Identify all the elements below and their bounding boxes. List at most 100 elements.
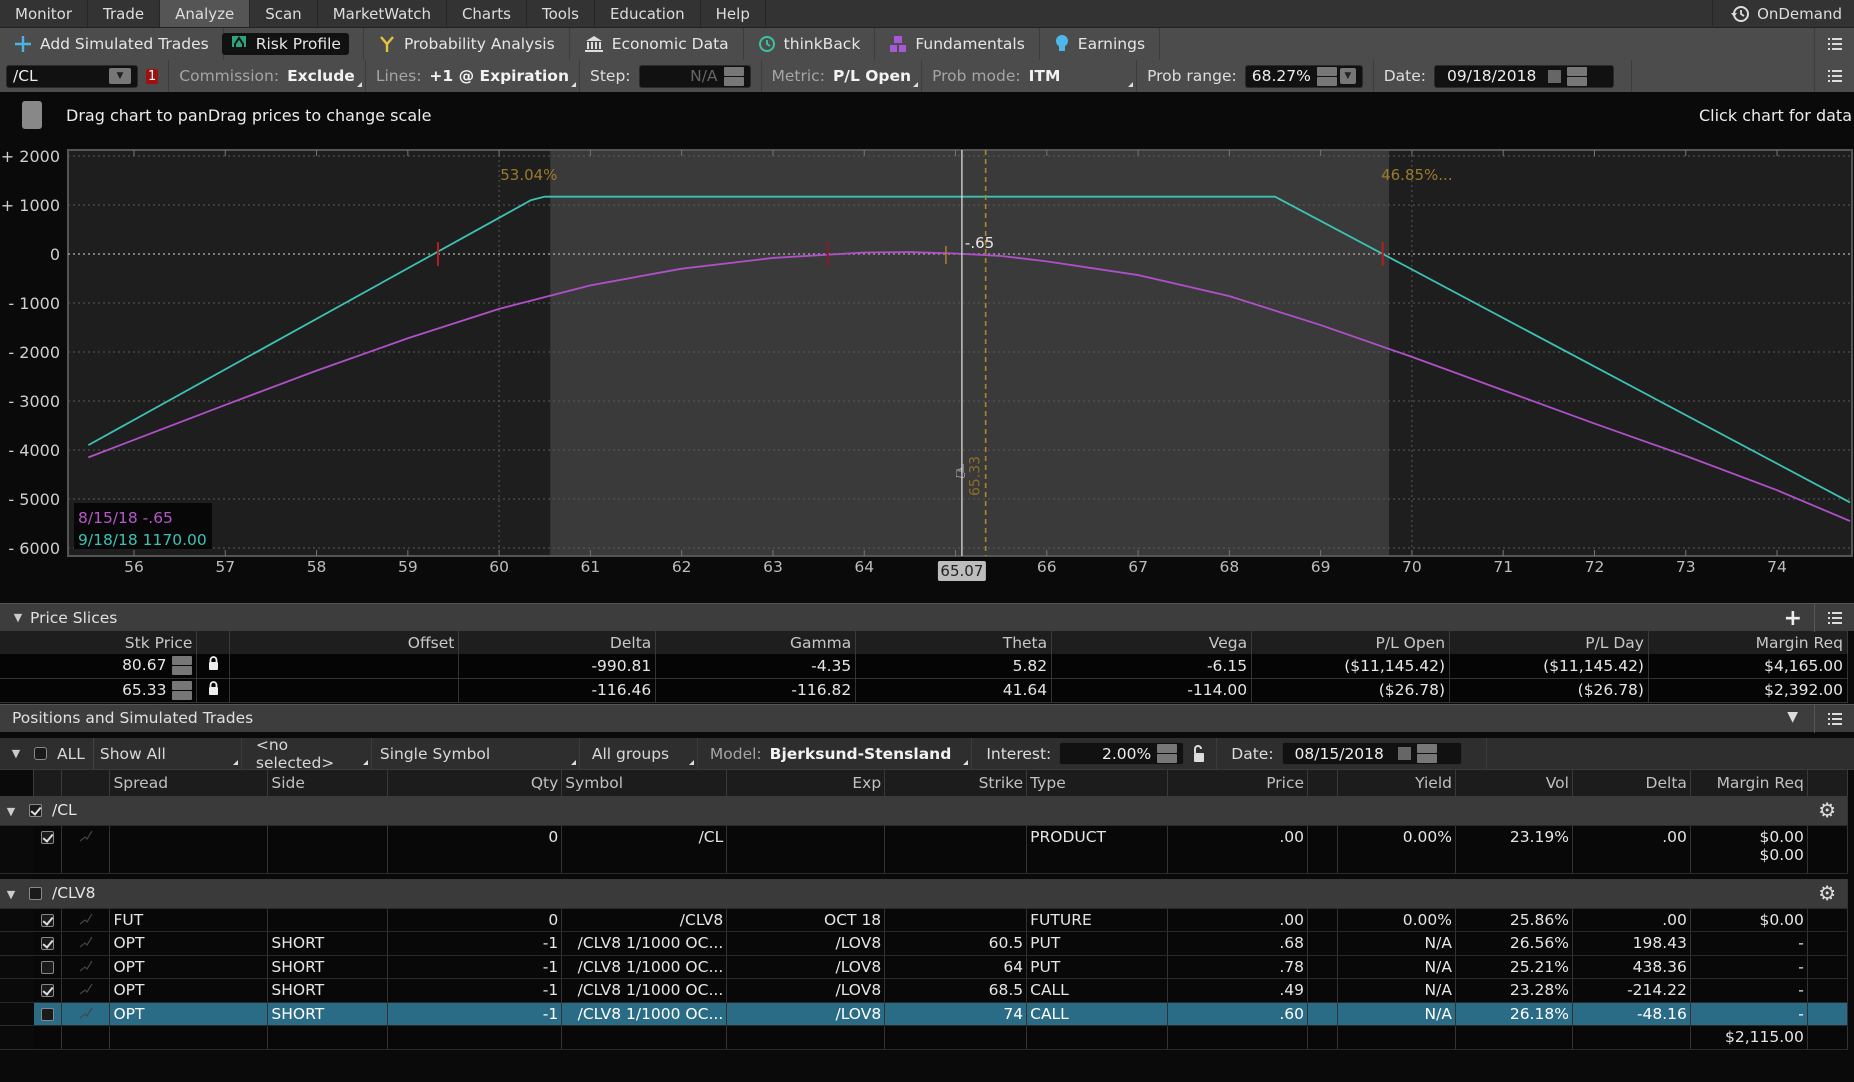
chart-mode-icon[interactable] xyxy=(22,101,42,129)
mini-chart-icon[interactable] xyxy=(79,960,93,972)
group-checkbox[interactable] xyxy=(29,804,42,818)
symbol-input[interactable]: /CL ▼ xyxy=(6,64,138,88)
menu-marketwatch[interactable]: MarketWatch xyxy=(318,0,447,27)
calendar-icon[interactable] xyxy=(1397,747,1411,760)
menu-charts[interactable]: Charts xyxy=(447,0,527,27)
risk-profile-tab[interactable]: Risk Profile xyxy=(221,28,364,60)
symbol-mode-dropdown[interactable]: Single Symbol xyxy=(372,737,580,770)
add-simulated-trades-button[interactable]: Add Simulated Trades xyxy=(0,28,224,60)
positions-date-stepper[interactable] xyxy=(1416,744,1437,763)
probmode-selector[interactable]: Prob mode: ITM xyxy=(922,60,1138,92)
position-checkbox[interactable] xyxy=(41,830,55,844)
menu-monitor[interactable]: Monitor xyxy=(0,0,89,27)
col-vega[interactable]: Vega xyxy=(1051,631,1253,654)
interest-stepper[interactable] xyxy=(1157,744,1178,763)
gear-icon[interactable]: ⚙ xyxy=(1818,881,1836,905)
col-spread[interactable]: Spread xyxy=(109,770,269,796)
commission-selector[interactable]: Commission: Exclude xyxy=(169,60,366,92)
price-slice-row[interactable]: 65.33 -116.46 -116.82 41.64 -114.00 ($26.78)(… xyxy=(0,678,1849,703)
collapse-chevron-icon[interactable]: ▼ xyxy=(10,611,26,624)
alert-badge[interactable]: 1 xyxy=(146,68,159,84)
probability-analysis-tab[interactable]: Probability Analysis xyxy=(364,28,570,60)
col-strike[interactable]: Strike xyxy=(884,770,1028,796)
col-type[interactable]: Type xyxy=(1026,770,1169,796)
settings-menu-button[interactable] xyxy=(1814,60,1854,92)
col-pl-open[interactable]: P/L Open xyxy=(1251,631,1451,654)
group-checkbox[interactable] xyxy=(29,887,42,901)
col-vol[interactable]: Vol xyxy=(1455,770,1573,796)
menu-analyze[interactable]: Analyze xyxy=(160,0,251,27)
unlock-icon[interactable] xyxy=(1192,744,1206,763)
lock-icon[interactable] xyxy=(208,680,219,696)
lines-selector[interactable]: Lines: +1 @ Expiration xyxy=(366,60,580,92)
col-exp[interactable]: Exp xyxy=(726,770,886,796)
economic-data-tab[interactable]: Economic Data xyxy=(570,28,744,60)
menu-trade[interactable]: Trade xyxy=(88,0,161,27)
position-checkbox[interactable] xyxy=(41,960,55,974)
positions-collapse-button[interactable]: ▼ xyxy=(1787,709,1798,725)
col-stk-price[interactable]: Stk Price xyxy=(0,631,198,654)
stk-price-stepper[interactable] xyxy=(172,680,193,700)
groups-dropdown[interactable]: All groups xyxy=(580,737,698,770)
earnings-tab[interactable]: Earnings xyxy=(1040,28,1161,60)
price-slices-menu-button[interactable] xyxy=(1814,604,1854,632)
gear-icon[interactable]: ⚙ xyxy=(1818,798,1836,822)
col-price[interactable]: Price xyxy=(1167,770,1309,796)
stk-price-cell[interactable]: 65.33 xyxy=(0,678,198,703)
group-collapse-chevron-icon[interactable]: ▼ xyxy=(3,888,19,901)
position-checkbox[interactable] xyxy=(41,1007,55,1021)
mini-chart-icon[interactable] xyxy=(79,1007,93,1019)
step-input[interactable]: N/A xyxy=(638,64,751,88)
symbol-dropdown-icon[interactable]: ▼ xyxy=(109,68,131,84)
col-delta[interactable]: Delta xyxy=(458,631,657,654)
positions-date-input[interactable]: 08/15/2018 xyxy=(1281,742,1462,765)
col-delta[interactable]: Delta xyxy=(1572,770,1691,796)
col-gamma[interactable]: Gamma xyxy=(655,631,857,654)
add-slice-button[interactable]: + xyxy=(1784,606,1802,631)
position-group-row[interactable]: ▼ /CLV8 ⚙ xyxy=(0,879,1849,909)
select-all-checkbox[interactable] xyxy=(34,747,47,760)
model-dropdown[interactable]: Model: Bjerksund-Stensland xyxy=(698,737,973,770)
col-pl-day[interactable]: P/L Day xyxy=(1449,631,1649,654)
toolbar-menu-button[interactable] xyxy=(1814,28,1854,60)
selected-filter-dropdown[interactable]: <no selected> xyxy=(242,736,372,772)
position-checkbox[interactable] xyxy=(41,984,55,998)
position-row[interactable]: OPT SHORT -1/CLV8 1/1000 OC.../LOV8 68.5 CAL… xyxy=(0,978,1849,1003)
col-yield[interactable]: Yield xyxy=(1337,770,1456,796)
step-stepper[interactable] xyxy=(723,66,744,86)
mini-chart-icon[interactable] xyxy=(79,936,93,948)
col-symbol[interactable]: Symbol xyxy=(561,770,728,796)
menu-tools[interactable]: Tools xyxy=(527,0,595,27)
price-slice-row[interactable]: 80.67 -990.81 -4.35 5.82 -6.15 ($11,145.42) ($… xyxy=(0,654,1849,679)
positions-menu-button[interactable] xyxy=(1814,704,1854,733)
mini-chart-icon[interactable] xyxy=(79,830,93,842)
stk-price-stepper[interactable] xyxy=(172,656,193,676)
group-collapse-chevron-icon[interactable]: ▼ xyxy=(3,805,19,818)
col-qty[interactable]: Qty xyxy=(387,770,563,796)
probrange-dropdown-icon[interactable]: ▼ xyxy=(1339,68,1356,84)
menu-scan[interactable]: Scan xyxy=(250,0,318,27)
stk-price-value[interactable]: 65.33 xyxy=(122,681,166,699)
collapse-all-chevron-icon[interactable]: ▼ xyxy=(8,747,24,760)
interest-input[interactable]: 2.00% xyxy=(1059,742,1185,765)
date-stepper[interactable] xyxy=(1567,66,1588,86)
position-group-row[interactable]: ▼ /CL ⚙ xyxy=(0,796,1849,826)
position-checkbox[interactable] xyxy=(41,913,55,927)
col-theta[interactable]: Theta xyxy=(855,631,1053,654)
position-row[interactable]: FUT 0/CLV8 OCT 18 FUTURE .00 0.00% 25.86% .00 $0… xyxy=(0,908,1849,932)
position-checkbox[interactable] xyxy=(41,937,55,951)
position-row[interactable]: OPT SHORT -1/CLV8 1/1000 OC.../LOV8 60.5 PUT… xyxy=(0,931,1849,956)
probrange-stepper[interactable] xyxy=(1316,66,1337,86)
col-side[interactable]: Side xyxy=(267,770,389,796)
fundamentals-tab[interactable]: Fundamentals xyxy=(875,28,1040,60)
calendar-icon[interactable] xyxy=(1548,69,1562,83)
lock-icon[interactable] xyxy=(208,656,219,671)
metric-selector[interactable]: Metric: P/L Open xyxy=(762,60,923,92)
ondemand-button[interactable]: OnDemand xyxy=(1712,0,1854,28)
risk-profile-chart[interactable]: + 2000 + 1000 0 - 1000 - 2000 - 3000 - 4000 - 5… xyxy=(0,135,1854,595)
thinkback-tab[interactable]: thinkBack xyxy=(744,28,876,60)
stk-price-cell[interactable]: 80.67 xyxy=(0,654,198,679)
show-filter-dropdown[interactable]: Show All xyxy=(94,737,242,770)
stk-price-value[interactable]: 80.67 xyxy=(122,656,166,674)
menu-education[interactable]: Education xyxy=(595,0,701,27)
